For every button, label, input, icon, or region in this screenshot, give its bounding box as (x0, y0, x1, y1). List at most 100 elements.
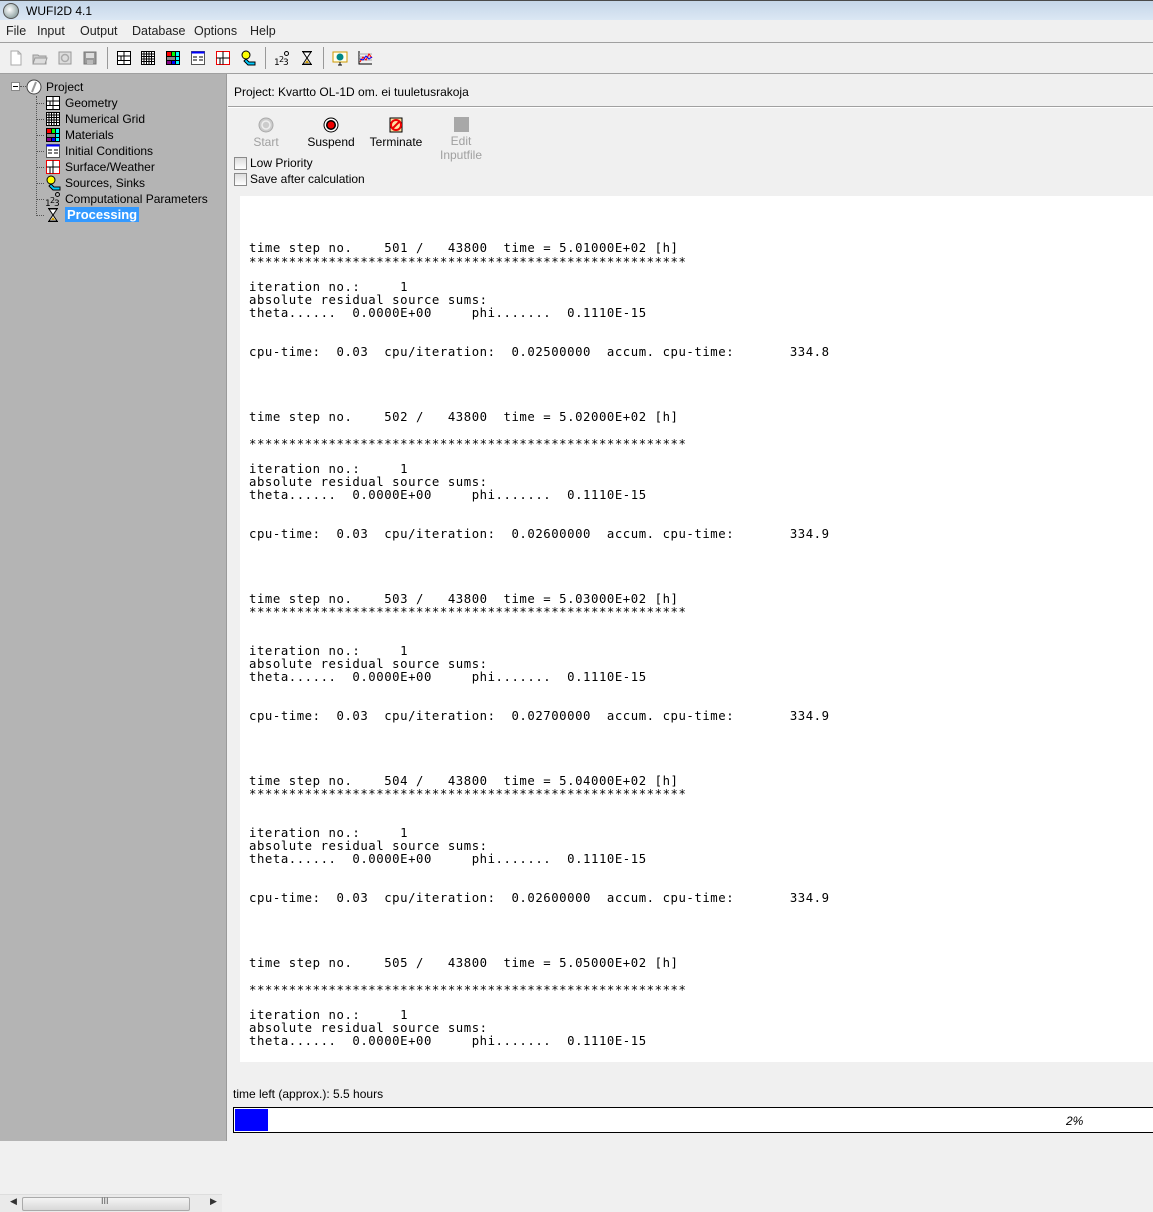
save-icon[interactable] (82, 50, 98, 66)
edit-inputfile-button[interactable]: Edit Inputfile (430, 115, 492, 162)
new-file-icon[interactable] (8, 50, 24, 66)
checkbox-box[interactable] (234, 173, 247, 186)
menu-input[interactable]: Input (37, 24, 65, 38)
log-time-step-line: time step no. 505 / 43800 time = 5.05000… (249, 956, 679, 970)
project-name-label: Project: Kvartto OL-1D om. ei tuuletusra… (234, 85, 469, 99)
toolbar-separator (107, 47, 108, 69)
tree-label: Surface/Weather (65, 160, 155, 174)
materials-icon[interactable] (165, 50, 181, 66)
log-separator-line: ****************************************… (249, 437, 687, 451)
initial-conditions-icon[interactable] (190, 50, 206, 66)
svg-text:3: 3 (283, 58, 289, 66)
menu-help[interactable]: Help (250, 24, 276, 38)
open-folder-icon[interactable] (32, 50, 48, 66)
processing-hourglass-icon (48, 208, 58, 222)
log-separator-line: ****************************************… (249, 255, 687, 269)
toolbar-separator (265, 47, 266, 69)
low-priority-label: Low Priority (250, 156, 313, 170)
surface-weather-icon[interactable] (215, 50, 231, 66)
suspend-button[interactable]: Suspend (306, 115, 356, 149)
svg-text:3: 3 (54, 199, 60, 207)
menu-options[interactable]: Options (194, 24, 237, 38)
start-label: Start (253, 135, 279, 149)
separator (228, 106, 1153, 108)
tree-horizontal-scrollbar[interactable]: ◀ III ▶ (0, 1194, 222, 1212)
log-residual-values-line: theta...... 0.0000E+00 phi....... 0.1110… (249, 1034, 647, 1048)
terminate-button[interactable]: Terminate (369, 115, 423, 149)
tree-label: Numerical Grid (65, 112, 146, 126)
panel-splitter[interactable] (226, 74, 229, 1141)
checkbox-box[interactable] (234, 157, 247, 170)
log-residual-values-line: theta...... 0.0000E+00 phi....... 0.1110… (249, 306, 647, 320)
log-cpu-time-line: cpu-time: 0.03 cpu/iteration: 0.02500000… (249, 345, 830, 359)
log-residual-values-line: theta...... 0.0000E+00 phi....... 0.1110… (249, 852, 647, 866)
log-residual-values-line: theta...... 0.0000E+00 phi....... 0.1110… (249, 670, 647, 684)
tree-connector (36, 103, 44, 104)
app-icon[interactable] (3, 3, 19, 19)
log-cpu-time-line: cpu-time: 0.03 cpu/iteration: 0.02600000… (249, 527, 830, 541)
scroll-left-arrow-icon[interactable]: ◀ (10, 1196, 17, 1207)
tree-connector (36, 119, 44, 120)
film-viewer-icon[interactable] (332, 50, 348, 66)
scroll-right-arrow-icon[interactable]: ▶ (210, 1196, 217, 1207)
toolbar-separator (323, 47, 324, 69)
tree-label: Initial Conditions (65, 144, 154, 158)
tree-label: Sources, Sinks (65, 176, 146, 190)
tree-connector (36, 135, 44, 136)
initial-conditions-icon (46, 144, 60, 158)
log-separator-line: ****************************************… (249, 787, 687, 801)
tree-label: Geometry (65, 96, 118, 110)
tree-connector (36, 167, 44, 168)
edit-inputfile-label: Edit Inputfile (439, 134, 483, 162)
save-after-calculation-label: Save after calculation (250, 172, 365, 186)
start-icon (258, 117, 274, 133)
tree-label: Project (46, 80, 84, 94)
toolbar: 123 (0, 43, 1153, 74)
tree-label: Computational Parameters (65, 192, 208, 206)
suspend-icon (323, 117, 339, 133)
geometry-icon[interactable] (116, 50, 132, 66)
refresh-icon[interactable] (57, 50, 73, 66)
window-title: WUFI2D 4.1 (26, 4, 93, 18)
tree-connector (36, 199, 44, 200)
progress-bar-fill (235, 1109, 268, 1131)
tree-connector (36, 183, 44, 184)
graph-icon[interactable] (357, 50, 373, 66)
numerical-grid-icon[interactable] (140, 50, 156, 66)
menu-file[interactable]: File (6, 24, 26, 38)
menu-output[interactable]: Output (80, 24, 118, 38)
sources-sinks-icon[interactable] (240, 50, 256, 66)
processing-log-output[interactable]: time step no. 501 / 43800 time = 5.01000… (240, 196, 1153, 1062)
suspend-label: Suspend (307, 135, 355, 149)
time-left-label: time left (approx.): 5.5 hours (233, 1087, 384, 1101)
tree-connector (36, 151, 44, 152)
log-residual-values-line: theta...... 0.0000E+00 phi....... 0.1110… (249, 488, 647, 502)
project-icon (26, 79, 42, 95)
menu-bar: File Input Output Database Options Help (0, 20, 1153, 43)
progress-bar: 2% (233, 1107, 1153, 1133)
edit-inputfile-icon (453, 117, 469, 132)
computational-parameters-icon[interactable]: 1 23 (274, 50, 290, 66)
log-cpu-time-line: cpu-time: 0.03 cpu/iteration: 0.02700000… (249, 709, 830, 723)
terminate-label: Terminate (369, 135, 423, 149)
computational-parameters-icon: 1 23 (45, 192, 60, 207)
numerical-grid-icon (46, 112, 60, 126)
surface-weather-icon (46, 160, 60, 174)
log-time-step-line: time step no. 502 / 43800 time = 5.02000… (249, 410, 679, 424)
scroll-thumb[interactable]: III (22, 1196, 190, 1211)
menu-database[interactable]: Database (132, 24, 186, 38)
collapse-toggle-icon[interactable] (11, 82, 20, 91)
sources-sinks-icon (46, 175, 61, 191)
materials-icon (46, 128, 60, 142)
tree-connector (36, 215, 44, 216)
terminate-icon (389, 117, 403, 133)
project-tree-panel: Project ◀ III ▶ Geometry Numerical Grid Ma… (0, 74, 226, 1212)
progress-percent-label: 2% (1066, 1114, 1084, 1128)
tree-label: Processing (65, 207, 140, 222)
log-time-step-line: time step no. 501 / 43800 time = 5.01000… (249, 241, 679, 255)
log-cpu-time-line: cpu-time: 0.03 cpu/iteration: 0.02600000… (249, 891, 830, 905)
processing-hourglass-icon[interactable] (299, 50, 315, 66)
geometry-icon (46, 96, 60, 110)
title-bar: WUFI2D 4.1 (0, 0, 1153, 20)
start-button[interactable]: Start (250, 115, 282, 149)
